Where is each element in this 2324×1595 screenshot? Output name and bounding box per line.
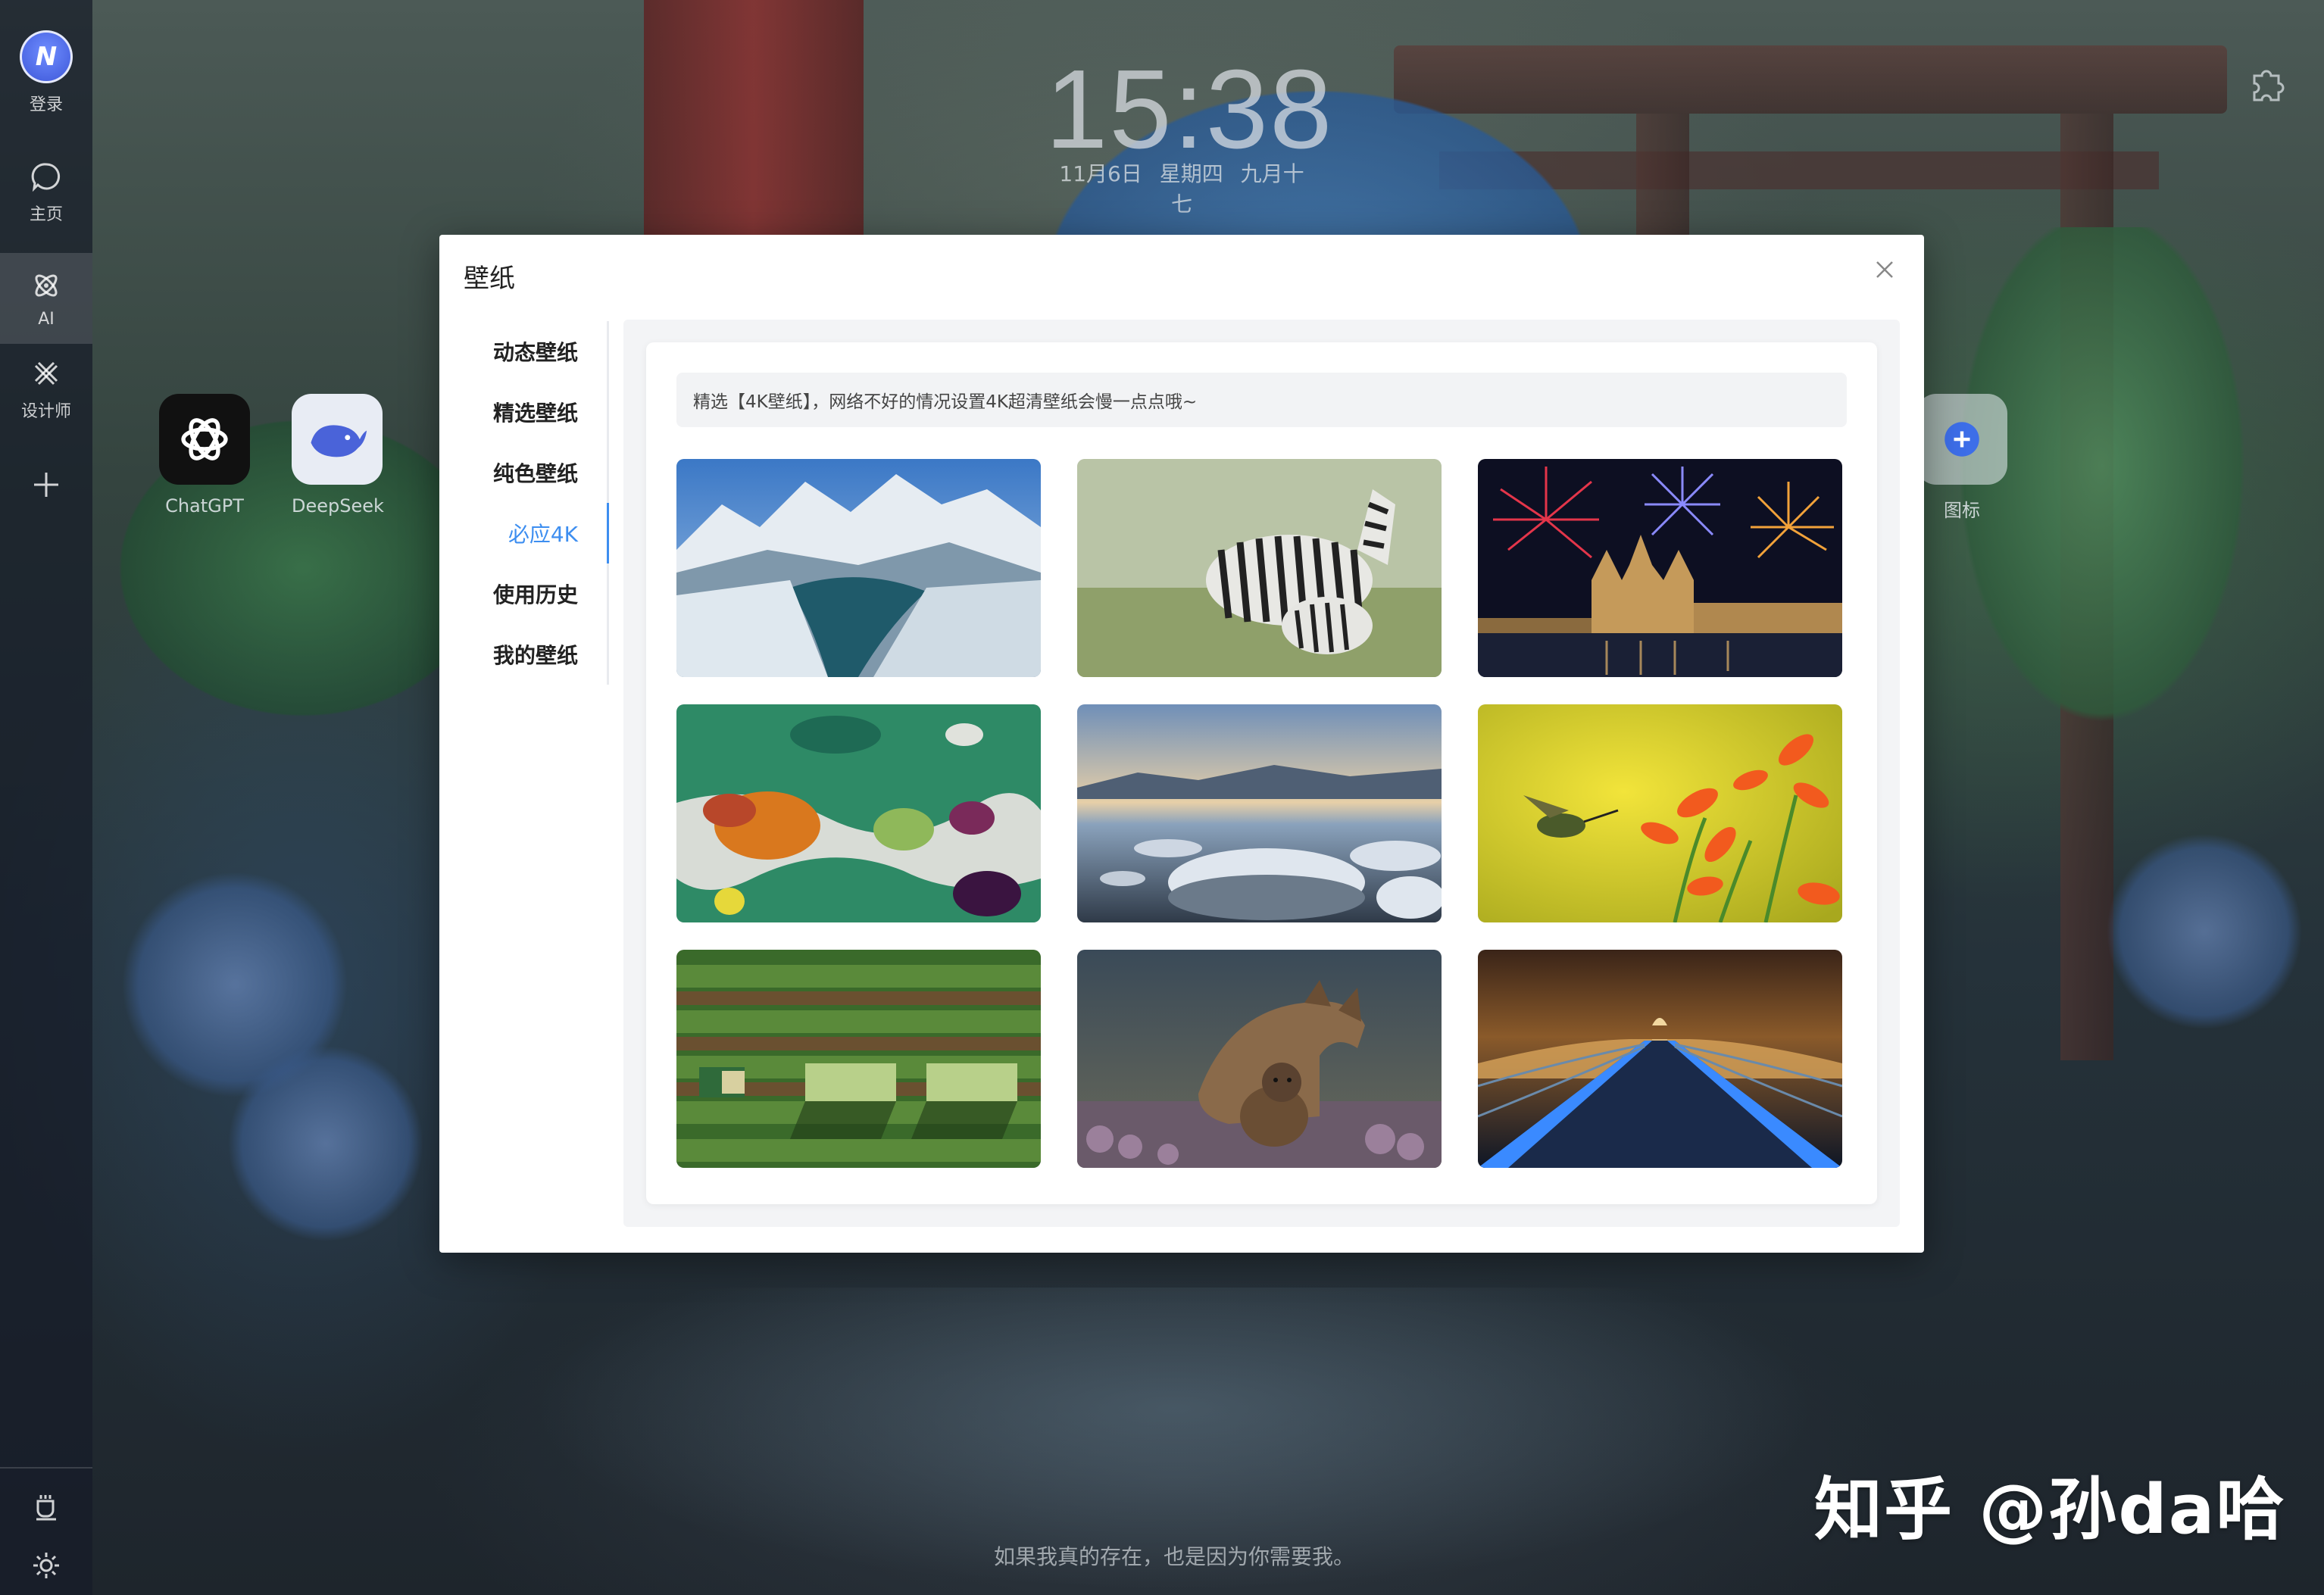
app-chatgpt[interactable]: ChatGPT	[159, 394, 250, 517]
login-label: 登录	[29, 95, 63, 114]
menu-item-bing-4k[interactable]: 必应4K	[439, 503, 609, 563]
deepseek-whale-icon	[292, 394, 383, 485]
wallpaper-thumb-snowy-mountain-lake[interactable]	[676, 459, 1041, 677]
add-app-button[interactable]	[0, 439, 92, 530]
gear-icon[interactable]	[30, 1550, 62, 1581]
login-button[interactable]: N 登录	[0, 20, 92, 126]
wallpaper-panel: 精选【4K壁纸】，网络不好的情况设置4K超清壁纸会慢一点点哦~	[646, 342, 1877, 1204]
sidebar-divider	[0, 1467, 92, 1469]
wallpaper-thumb-frozen-lake-ice-discs[interactable]	[1077, 704, 1442, 922]
background-hydrangea	[227, 1045, 424, 1242]
left-sidebar: N 登录 主页 AI 设计师	[0, 0, 92, 1595]
puzzle-icon[interactable]	[2247, 62, 2291, 106]
sidebar-item-ai[interactable]: AI	[0, 253, 92, 344]
sidebar-item-label: AI	[38, 309, 55, 329]
sidebar-item-label: 设计师	[20, 402, 71, 421]
wallpaper-thumb-fireworks-cathedral-night[interactable]	[1478, 459, 1842, 677]
clock-time: 15:38	[1045, 47, 1334, 172]
background-red-pillar	[644, 0, 864, 242]
menu-item-solid-color[interactable]: 纯色壁纸	[439, 442, 607, 503]
dialog-title: 壁纸	[464, 264, 515, 294]
wallpaper-thumb-hummingbird-orange-flowers[interactable]	[1478, 704, 1842, 922]
close-icon[interactable]	[1871, 256, 1898, 283]
app-deepseek[interactable]: DeepSeek	[292, 394, 384, 517]
chat-bubble-icon	[31, 163, 61, 192]
app-add-icon[interactable]: 图标	[1916, 394, 2007, 522]
chatgpt-icon	[159, 394, 250, 485]
sidebar-item-home[interactable]: 主页	[0, 147, 92, 238]
wallpaper-thumb-zebras-grassland[interactable]	[1077, 459, 1442, 677]
wallpaper-thumb-wolf-with-cub[interactable]	[1077, 950, 1442, 1168]
frozen-lake-ice-discs-image	[1077, 704, 1442, 922]
app-label: ChatGPT	[165, 495, 244, 517]
menu-item-dynamic[interactable]: 动态壁纸	[439, 321, 607, 382]
menu-item-featured[interactable]: 精选壁纸	[439, 382, 607, 442]
wallpaper-dialog: 壁纸 动态壁纸 精选壁纸 纯色壁纸 必应4K 使用历史 我的壁纸 精选【4K壁纸…	[439, 235, 1924, 1253]
zebras-grassland-image	[1077, 459, 1442, 677]
aerial-farm-tractor-image	[676, 950, 1041, 1168]
designer-tools-icon	[34, 361, 58, 385]
fireworks-cathedral-night-image	[1478, 459, 1842, 677]
notice-banner: 精选【4K壁纸】，网络不好的情况设置4K超清壁纸会慢一点点哦~	[676, 373, 1847, 427]
ai-atom-icon	[35, 274, 58, 296]
wallpaper-thumb-illuminated-bridge-night[interactable]	[1478, 950, 1842, 1168]
daily-quote: 如果我真的存在，也是因为你需要我。	[993, 1544, 1354, 1569]
add-icon	[1916, 394, 2007, 485]
app-label: DeepSeek	[292, 495, 384, 517]
content-area: 精选【4K壁纸】，网络不好的情况设置4K超清壁纸会慢一点点哦~	[623, 320, 1900, 1227]
coffee-icon[interactable]	[30, 1490, 62, 1522]
sidebar-item-label: 主页	[29, 205, 63, 224]
wallpaper-category-menu: 动态壁纸 精选壁纸 纯色壁纸 必应4K 使用历史 我的壁纸	[439, 321, 609, 685]
menu-item-my-wallpapers[interactable]: 我的壁纸	[439, 624, 607, 685]
menu-item-history[interactable]: 使用历史	[439, 563, 607, 624]
background-hydrangea	[2106, 833, 2303, 1030]
wallpaper-thumb-colorful-salt-ponds-aerial[interactable]	[676, 704, 1041, 922]
app-label: 图标	[1944, 500, 1980, 521]
colorful-salt-ponds-aerial-image	[676, 704, 1041, 922]
wallpaper-thumb-aerial-farm-tractor[interactable]	[676, 950, 1041, 1168]
illuminated-bridge-night-image	[1478, 950, 1842, 1168]
snowy-mountain-lake-image	[676, 459, 1041, 677]
wolf-with-cub-image	[1077, 950, 1442, 1168]
avatar: N	[20, 30, 73, 83]
watermark: 知乎 @孙da哈	[1814, 1470, 2286, 1550]
plus-icon	[34, 473, 58, 497]
clock-date: 11月6日 星期四 九月十七	[1059, 161, 1304, 217]
hummingbird-orange-flowers-image	[1478, 704, 1842, 922]
sidebar-item-designer[interactable]: 设计师	[0, 344, 92, 435]
